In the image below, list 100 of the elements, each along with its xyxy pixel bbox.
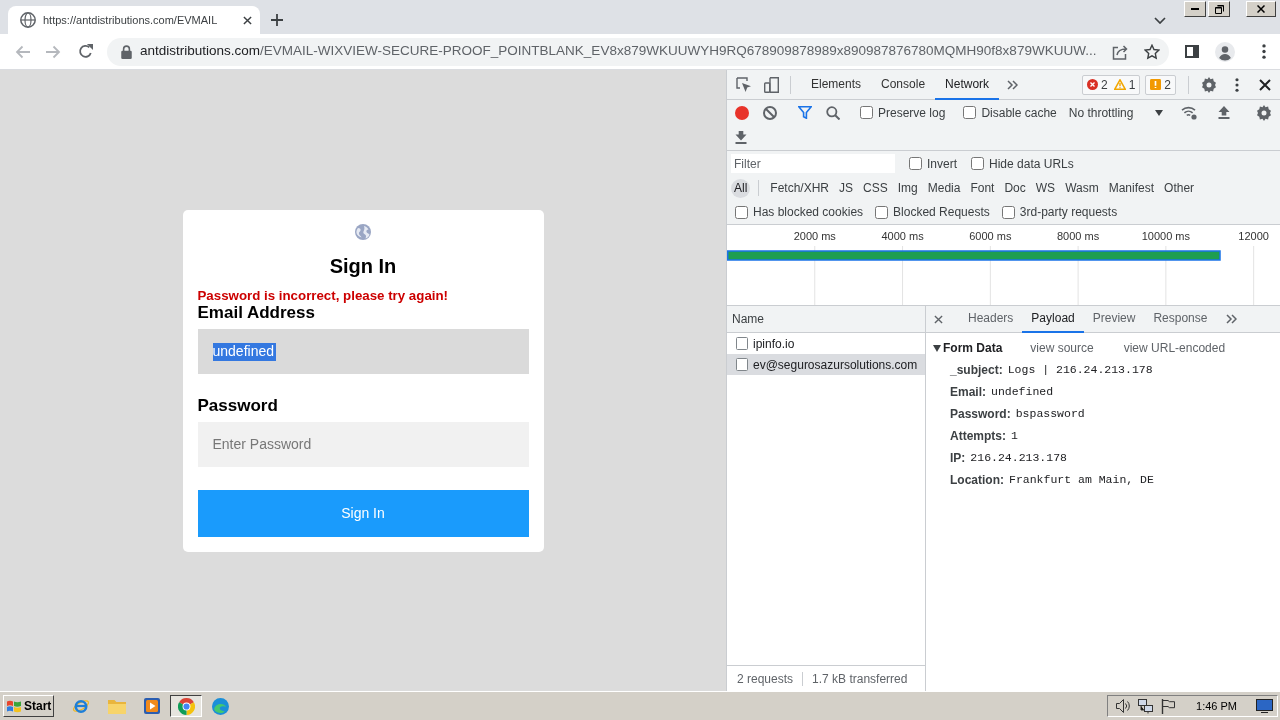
- settings-icon[interactable]: [1256, 104, 1273, 121]
- checkbox-label[interactable]: Hide data URLs: [989, 154, 1074, 173]
- throttling-select[interactable]: No throttling: [1068, 103, 1164, 122]
- field-label: Email Address: [197, 302, 316, 323]
- more-menu-icon[interactable]: [1262, 44, 1266, 59]
- download-icon[interactable]: [735, 131, 747, 144]
- settings-icon[interactable]: [1201, 76, 1217, 93]
- status-text: 2 requests: [737, 670, 794, 688]
- checkbox[interactable]: [1001, 205, 1015, 219]
- network-computers-icon[interactable]: [1138, 698, 1155, 714]
- view-url-encoded-link[interactable]: view URL-encoded: [1123, 339, 1226, 357]
- filter-field[interactable]: Filter: [731, 154, 895, 173]
- resource-type-filter[interactable]: JS: [836, 178, 857, 198]
- reload-icon[interactable]: [78, 44, 93, 59]
- star-icon[interactable]: [1144, 43, 1161, 60]
- browser-e-icon[interactable]: [72, 697, 90, 715]
- checkbox[interactable]: [860, 106, 873, 119]
- more-tabs-icon[interactable]: [1007, 79, 1019, 90]
- record-icon[interactable]: [735, 105, 749, 120]
- resource-type-filter[interactable]: Fetch/XHR: [767, 178, 833, 198]
- axis-label: 6000 ms: [969, 230, 1012, 242]
- form-data-value: Logs | 216.24.213.178: [1007, 362, 1153, 379]
- resource-type-filter[interactable]: Media: [924, 178, 964, 198]
- checkbox[interactable]: [963, 106, 977, 119]
- close-icon[interactable]: [1259, 78, 1271, 91]
- view-source-link[interactable]: view source: [1030, 339, 1094, 357]
- checkbox[interactable]: [971, 157, 984, 170]
- restore-button[interactable]: [1208, 1, 1230, 17]
- media-player-icon[interactable]: [144, 698, 160, 714]
- axis-label: 4000 ms: [881, 230, 924, 242]
- file-icon: [736, 358, 748, 371]
- upload-icon[interactable]: [1218, 106, 1231, 119]
- resource-type-filter[interactable]: All: [731, 178, 751, 198]
- error-warning-counter[interactable]: 2 1: [1081, 74, 1141, 95]
- close-window-button[interactable]: [1246, 1, 1276, 17]
- devtools-tab[interactable]: Elements: [801, 69, 872, 100]
- inspect-icon[interactable]: [736, 76, 752, 93]
- detail-tab[interactable]: Payload: [1022, 305, 1084, 333]
- checkbox-label[interactable]: Blocked Requests: [893, 203, 990, 221]
- form-data-key: _subject:: [950, 361, 1003, 379]
- email-field[interactable]: undefined: [197, 328, 529, 374]
- tab-title: https://antdistributions.com/EVMAIL: [43, 12, 219, 28]
- resource-type-filter[interactable]: WS: [1032, 178, 1059, 198]
- close-icon[interactable]: [243, 15, 252, 25]
- clear-icon[interactable]: [763, 105, 777, 120]
- share-icon[interactable]: [1112, 43, 1129, 60]
- checkbox-label[interactable]: Disable cache: [981, 103, 1057, 122]
- axis-label: 12000: [1238, 230, 1269, 242]
- error-message: Password is incorrect, please try again!: [197, 287, 450, 303]
- network-conditions-icon[interactable]: [1181, 105, 1198, 120]
- speaker-icon[interactable]: [1116, 699, 1132, 713]
- devices-icon[interactable]: [764, 76, 780, 93]
- detail-tab[interactable]: Response: [1144, 305, 1217, 333]
- close-icon: [1257, 5, 1265, 13]
- checkbox-label[interactable]: Has blocked cookies: [753, 203, 864, 221]
- form-data-value: 1: [1011, 428, 1018, 445]
- checkbox[interactable]: [735, 205, 748, 219]
- flag-icon[interactable]: [1161, 698, 1176, 714]
- resource-type-filter[interactable]: CSS: [860, 178, 891, 198]
- checkbox-label[interactable]: 3rd-party requests: [1019, 203, 1118, 221]
- search-icon[interactable]: [826, 105, 840, 120]
- section-title[interactable]: Form Data: [943, 339, 1003, 357]
- resource-type-filter[interactable]: Font: [967, 178, 998, 198]
- restore-icon: [1214, 4, 1224, 14]
- address-bar[interactable]: antdistributions.com/EVMAIL-WIXVIEW-SECURE-PROOF_POINTBLANK_EV8x879WKUUWYH9RQ678909878989x890987876780MQMH90f8x879WKUUW...: [107, 37, 1169, 66]
- checkbox-label[interactable]: Preserve log: [878, 103, 946, 122]
- browser-tab[interactable]: https://antdistributions.com/EVMAIL: [8, 6, 260, 34]
- checkbox[interactable]: [909, 157, 922, 170]
- detail-tab[interactable]: Headers: [959, 305, 1023, 333]
- more-tabs-icon[interactable]: [1226, 314, 1238, 324]
- password-field[interactable]: Enter Password: [197, 421, 529, 467]
- clock-time: 1:46 PM: [1196, 698, 1237, 714]
- filter-icon[interactable]: [798, 106, 812, 119]
- detail-tab[interactable]: Preview: [1083, 305, 1145, 333]
- expanded-triangle-icon[interactable]: [933, 344, 941, 352]
- taskbar-button[interactable]: [170, 695, 202, 717]
- issue-icon: [1150, 79, 1162, 90]
- sidebar-icon[interactable]: [1185, 45, 1199, 58]
- devtools-tab[interactable]: Console: [871, 69, 936, 100]
- resource-type-filter[interactable]: Other: [1161, 178, 1198, 198]
- checkbox[interactable]: [875, 205, 889, 219]
- resource-type-filter[interactable]: Img: [894, 178, 921, 198]
- axis-label: 10000 ms: [1141, 230, 1191, 242]
- request-row[interactable]: ipinfo.io: [727, 333, 925, 354]
- resource-type-filter[interactable]: Wasm: [1062, 178, 1102, 198]
- error-icon: [1086, 79, 1098, 90]
- globe-icon: [355, 223, 371, 240]
- chrome-icon: [177, 697, 195, 715]
- avatar-icon[interactable]: [1215, 41, 1235, 62]
- checkbox-label[interactable]: Invert: [927, 154, 957, 173]
- new-tab-plus-icon[interactable]: [271, 14, 283, 26]
- show-desktop-icon[interactable]: [1256, 699, 1273, 713]
- issues-counter[interactable]: 2: [1145, 74, 1176, 95]
- request-row[interactable]: ev@segurosazursolutions.com: [727, 354, 925, 375]
- resource-type-filter[interactable]: Doc: [1001, 178, 1029, 198]
- start-button[interactable]: Start: [3, 695, 54, 717]
- more-menu-icon[interactable]: [1235, 77, 1239, 92]
- minimize-button[interactable]: [1184, 1, 1206, 17]
- resource-type-filter[interactable]: Manifest: [1105, 178, 1158, 198]
- chevron-down-icon[interactable]: [1154, 17, 1166, 24]
